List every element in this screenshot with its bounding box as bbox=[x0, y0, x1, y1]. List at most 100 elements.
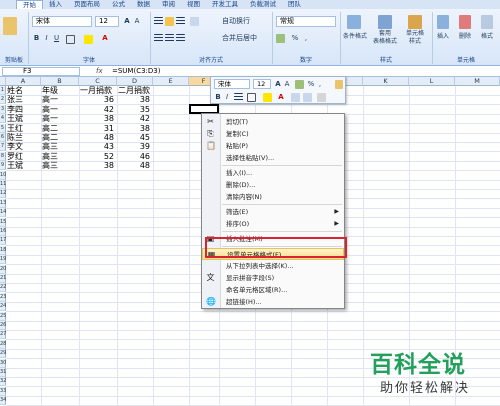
table-cell[interactable]: 高一 bbox=[42, 95, 78, 104]
percent-button[interactable]: % bbox=[307, 79, 315, 90]
table-cell[interactable]: 38 bbox=[80, 161, 116, 170]
font-size-select[interactable]: 12 bbox=[95, 16, 119, 27]
italic-button[interactable]: I bbox=[223, 92, 231, 103]
border-icon[interactable] bbox=[247, 93, 256, 102]
mini-size-select[interactable]: 12 bbox=[253, 79, 271, 89]
tab-developer[interactable]: 开发工具 bbox=[206, 0, 244, 9]
grow-font-icon[interactable]: A bbox=[122, 16, 132, 27]
table-cell[interactable]: 高二 bbox=[42, 124, 78, 133]
row-header[interactable]: 6 bbox=[0, 133, 6, 142]
comma-button[interactable]: , bbox=[302, 33, 310, 44]
column-header[interactable]: C bbox=[79, 77, 117, 86]
fill-color-icon[interactable] bbox=[84, 35, 93, 44]
underline-button[interactable]: U bbox=[52, 33, 61, 44]
align-center-icon[interactable] bbox=[234, 93, 243, 102]
column-header[interactable]: A bbox=[6, 77, 41, 86]
row-header[interactable]: 17 bbox=[0, 236, 6, 246]
table-cell[interactable]: 高一 bbox=[42, 114, 78, 123]
row-header[interactable]: 27 bbox=[0, 330, 6, 340]
row-header[interactable]: 23 bbox=[0, 292, 6, 302]
menu-item-hyperlink[interactable]: 🌐 超链接(H)... bbox=[202, 296, 344, 308]
align-bottom-icon[interactable] bbox=[176, 17, 185, 26]
table-cell[interactable]: 年级 bbox=[42, 86, 78, 95]
table-cell[interactable]: 高三 bbox=[42, 161, 78, 170]
cell-styles-line2[interactable]: 样式 bbox=[400, 36, 430, 47]
grow-font-icon[interactable]: A bbox=[274, 79, 282, 90]
table-cell[interactable]: 李四 bbox=[7, 105, 40, 114]
bold-button[interactable]: B bbox=[214, 92, 222, 103]
insert-cells-icon[interactable] bbox=[437, 15, 449, 29]
menu-item-sort[interactable]: 排序(O) ▶ bbox=[202, 218, 344, 230]
row-header[interactable]: 2 bbox=[0, 95, 6, 105]
cell-styles-icon[interactable] bbox=[408, 15, 422, 29]
table-cell[interactable]: 王斌 bbox=[7, 114, 40, 123]
row-header[interactable]: 15 bbox=[0, 217, 6, 227]
formula-input[interactable]: =SUM(C3:D3) bbox=[112, 67, 160, 76]
wrap-text-button[interactable]: 自动换行 bbox=[212, 16, 256, 27]
table-cell[interactable]: 48 bbox=[80, 133, 116, 142]
menu-item-delete[interactable]: 删除(D)... bbox=[202, 179, 344, 191]
format-table-line2[interactable]: 表格格式 bbox=[370, 36, 400, 47]
row-header[interactable]: 18 bbox=[0, 245, 6, 255]
table-cell[interactable]: 39 bbox=[118, 142, 152, 151]
bold-button[interactable]: B bbox=[32, 33, 41, 44]
align-top-icon[interactable] bbox=[154, 17, 163, 26]
menu-item-insert[interactable]: 插入(I)... bbox=[202, 167, 344, 179]
mini-font-select[interactable]: 宋体 bbox=[214, 79, 250, 89]
increase-decimal-icon[interactable] bbox=[303, 93, 312, 102]
currency-icon[interactable] bbox=[276, 34, 285, 43]
menu-item-clear[interactable]: 清除内容(N) bbox=[202, 191, 344, 203]
tab-data[interactable]: 数据 bbox=[131, 0, 156, 9]
align-left-icon[interactable] bbox=[154, 34, 163, 43]
table-cell[interactable]: 高三 bbox=[42, 142, 78, 151]
format-painter-icon[interactable] bbox=[335, 80, 343, 89]
row-header[interactable]: 22 bbox=[0, 283, 6, 293]
tab-view[interactable]: 视图 bbox=[181, 0, 206, 9]
shrink-font-icon[interactable]: A bbox=[283, 79, 291, 90]
tab-review[interactable]: 审阅 bbox=[156, 0, 181, 9]
row-header[interactable]: 31 bbox=[0, 368, 6, 377]
table-cell[interactable]: 38 bbox=[118, 95, 152, 104]
conditional-format-button[interactable]: 条件格式 bbox=[340, 31, 370, 42]
table-cell[interactable]: 一月捐款 bbox=[80, 86, 116, 95]
row-header[interactable]: 24 bbox=[0, 302, 6, 312]
row-header[interactable]: 19 bbox=[0, 255, 6, 265]
align-right-icon[interactable] bbox=[176, 34, 185, 43]
menu-item-cut[interactable]: ✂ 剪切(T) bbox=[202, 116, 344, 128]
table-cell[interactable]: 罗红 bbox=[7, 152, 40, 161]
menu-item-paste[interactable]: 📋 粘贴(P) bbox=[202, 140, 344, 152]
merge-icon[interactable] bbox=[317, 93, 326, 102]
column-header[interactable]: B bbox=[41, 77, 79, 86]
insert-cells-button[interactable]: 插入 bbox=[434, 31, 452, 42]
percent-button[interactable]: % bbox=[290, 33, 300, 44]
table-cell[interactable]: 高三 bbox=[42, 152, 78, 161]
fill-color-icon[interactable] bbox=[263, 93, 272, 102]
menu-item-pick-from-list[interactable]: 从下拉列表中选择(K)... bbox=[202, 260, 344, 272]
tab-home[interactable]: 开始 bbox=[16, 0, 43, 9]
paste-icon[interactable] bbox=[3, 17, 17, 35]
table-cell[interactable]: 46 bbox=[118, 152, 152, 161]
row-header[interactable]: 9 bbox=[0, 161, 6, 171]
border-icon[interactable] bbox=[66, 35, 75, 44]
font-color-icon[interactable]: A bbox=[100, 33, 110, 44]
row-header[interactable]: 28 bbox=[0, 339, 6, 349]
row-header[interactable]: 21 bbox=[0, 274, 6, 283]
format-cells-button[interactable]: 格式 bbox=[478, 31, 496, 42]
row-header[interactable]: 7 bbox=[0, 142, 6, 152]
currency-icon[interactable] bbox=[295, 80, 304, 89]
decrease-decimal-icon[interactable] bbox=[291, 93, 300, 102]
tab-load-test[interactable]: 负载测试 bbox=[244, 0, 282, 9]
font-name-select[interactable]: 宋体 bbox=[32, 16, 92, 27]
merge-center-button[interactable]: 合并后居中 bbox=[212, 33, 266, 44]
fx-icon[interactable]: fx bbox=[96, 67, 103, 75]
table-cell[interactable]: 38 bbox=[118, 124, 152, 133]
column-header[interactable]: E bbox=[153, 77, 189, 86]
column-header[interactable]: K bbox=[363, 77, 409, 86]
table-cell[interactable]: 王斌 bbox=[7, 161, 40, 170]
column-header[interactable]: L bbox=[409, 77, 455, 86]
table-cell[interactable]: 42 bbox=[118, 114, 152, 123]
row-header[interactable]: 5 bbox=[0, 123, 6, 133]
row-header[interactable]: 1 bbox=[0, 86, 6, 95]
table-cell[interactable]: 陈兰 bbox=[7, 133, 40, 142]
row-header[interactable]: 34 bbox=[0, 396, 6, 406]
